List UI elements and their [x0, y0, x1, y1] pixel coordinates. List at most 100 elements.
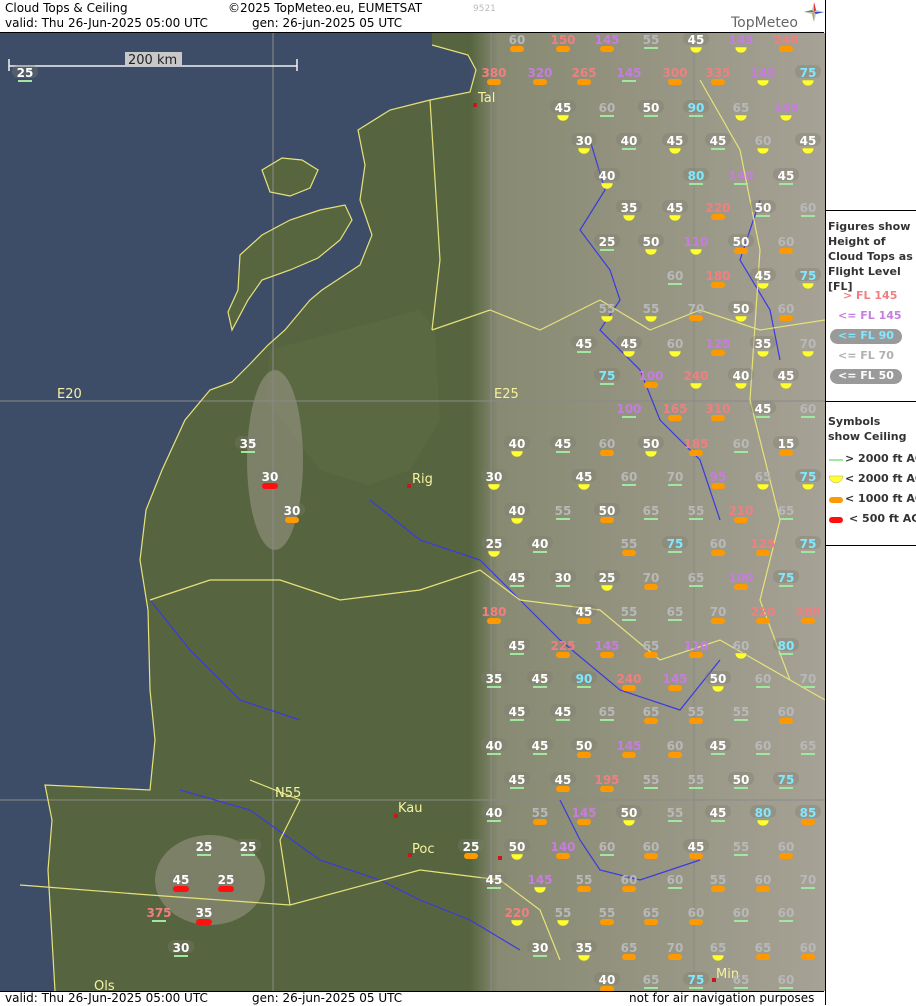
cloud-top-label: 60	[755, 873, 772, 887]
cloud-top-label: 45	[755, 269, 772, 283]
cloud-top-label: 220	[750, 605, 775, 619]
cloud-top-label: 150	[550, 33, 575, 47]
cloud-top-label: 80	[778, 639, 795, 653]
cloud-top-label: 60	[778, 906, 795, 920]
place-label-poc[interactable]: Poc	[412, 842, 434, 857]
cloud-top-label: 375	[146, 906, 171, 920]
observation-point: 375	[146, 906, 172, 922]
cloud-top-label: 65	[755, 470, 772, 484]
cloud-top-label: 55	[733, 705, 750, 719]
cloud-top-label: 55	[621, 605, 638, 619]
ceiling-symbol-below-1000	[779, 248, 793, 254]
cloud-top-label: 85	[800, 806, 817, 820]
observation-point: 60	[599, 840, 615, 856]
place-label-tal[interactable]: Tal	[477, 91, 495, 106]
cloud-top-label: 50	[733, 773, 750, 787]
cloud-top-label: 30	[532, 941, 549, 955]
cloud-top-label: 60	[755, 672, 772, 686]
ceiling-symbol-below-1000	[734, 517, 748, 523]
ceiling-symbol-below-1000	[689, 919, 703, 925]
observation-point: 100	[616, 402, 642, 418]
legend-ceiling-below-500: < 500 ft AGL	[849, 512, 916, 525]
cloud-top-label: 220	[705, 201, 730, 215]
observation-point: 55	[643, 33, 660, 49]
cloud-top-label: 240	[616, 672, 641, 686]
cloud-top-label: 35	[576, 941, 593, 955]
cloud-top-label: 50	[733, 235, 750, 249]
cloud-top-label: 45	[621, 337, 638, 351]
ceiling-symbol-below-1000	[600, 919, 614, 925]
cloud-top-label: 25	[240, 840, 257, 854]
header-bar: Cloud Tops & Ceiling valid: Thu 26-Jun-2…	[0, 0, 824, 33]
cloud-top-label: 35	[240, 437, 257, 451]
observation-point: 70	[643, 571, 659, 590]
valid-time-label: valid: Thu 26-Jun-2025 05:00 UTC	[5, 16, 208, 30]
cloud-top-label: 45	[710, 739, 727, 753]
cloud-top-label: 30	[173, 941, 190, 955]
cloud-top-label: 45	[509, 639, 526, 653]
cloud-top-label: 100	[728, 571, 753, 585]
cloud-top-label: 30	[284, 504, 301, 518]
cloud-top-label: 60	[778, 705, 795, 719]
ceiling-symbol-below-1000	[533, 79, 547, 85]
cloud-top-label: 125	[705, 337, 730, 351]
cloud-top-label: 25	[599, 571, 616, 585]
ceiling-symbol-below-1000	[756, 954, 770, 960]
cloud-top-label: 240	[773, 33, 798, 47]
cloud-top-label: 145	[662, 672, 687, 686]
ceiling-symbol-below-1000	[577, 819, 591, 825]
ceiling-symbol-below-1000	[711, 483, 725, 489]
ceiling-symbol-below-1000	[779, 46, 793, 52]
yellow-half-disc-icon	[828, 475, 844, 484]
ceiling-symbol-below-1000	[689, 315, 703, 321]
map-area[interactable]: 200 km E20 E25 N55 Tal Rig Kau Poc Min O…	[0, 33, 825, 991]
cloud-top-label: 55	[576, 873, 593, 887]
observation-point: 65	[755, 941, 771, 960]
observation-point: 60	[621, 873, 637, 892]
cloud-top-label: 180	[481, 605, 506, 619]
legend-ceiling-below-2000: < 2000 ft AGL	[845, 472, 916, 485]
orange-bar-icon	[829, 497, 843, 503]
grid-label-e20: E20	[57, 387, 82, 402]
observation-point: 60	[800, 201, 817, 217]
ceiling-symbol-below-1000	[711, 886, 725, 892]
cloud-top-label: 60	[621, 470, 638, 484]
cloud-top-label: 45	[486, 873, 503, 887]
place-label-kau[interactable]: Kau	[398, 801, 423, 816]
topmeteo-logo-text[interactable]: TopMeteo	[731, 15, 798, 31]
cloud-top-label: 185	[683, 437, 708, 451]
cloud-top-label: 60	[800, 201, 817, 215]
legend-ceiling-below-1000: < 1000 ft AGL	[845, 492, 916, 505]
ceiling-symbol-below-1000	[487, 618, 501, 624]
cloud-top-label: 15	[778, 437, 795, 451]
cloud-top-label: 60	[755, 739, 772, 753]
cloud-top-label: 60	[599, 437, 616, 451]
observation-point: 65	[778, 504, 794, 520]
ceiling-symbol-below-500	[173, 886, 189, 892]
cloud-top-label: 55	[643, 33, 660, 47]
cloud-top-label: 75	[800, 537, 817, 551]
observation-point: 60	[778, 235, 794, 254]
legend-ceiling-above-2000: > 2000 ft AGL	[845, 452, 916, 465]
scale-label: 200 km	[128, 53, 177, 68]
cloud-top-label: 55	[555, 906, 572, 920]
cloud-top-label: 35	[755, 337, 772, 351]
cloud-top-label: 55	[688, 705, 705, 719]
place-label-rig[interactable]: Rig	[412, 472, 433, 487]
place-marker-rig	[407, 484, 411, 488]
ceiling-symbol-below-500	[218, 886, 234, 892]
cloud-top-label: 65	[733, 973, 750, 987]
observation-point: 55	[733, 705, 750, 721]
cloud-top-label: 30	[262, 470, 279, 484]
map-canvas: 200 km E20 E25 N55 Tal Rig Kau Poc Min O…	[0, 33, 825, 991]
cloud-top-label: 220	[504, 906, 529, 920]
cloud-top-label: 45	[576, 337, 593, 351]
cloud-top-label: 45	[688, 840, 705, 854]
cloud-top-label: 75	[778, 571, 795, 585]
observation-point: 60	[599, 437, 616, 456]
place-label-ols[interactable]: Ols	[94, 979, 115, 991]
observation-point: 60	[667, 739, 683, 758]
ceiling-symbol-below-1000	[756, 886, 770, 892]
ceiling-symbol-below-1000	[487, 79, 501, 85]
observation-point: 65	[643, 705, 659, 724]
